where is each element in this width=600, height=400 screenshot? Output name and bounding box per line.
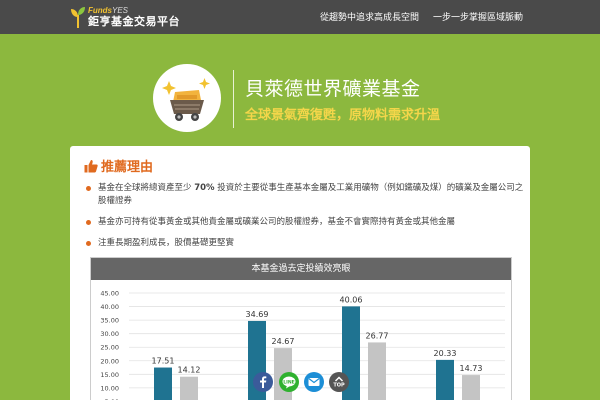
back-to-top-button[interactable]: TOP bbox=[329, 372, 349, 392]
svg-text:LINE: LINE bbox=[283, 379, 295, 385]
section-title: 推薦理由 bbox=[101, 160, 154, 175]
content-card: 推薦理由 基金在全球將總資產至少 70% 投資於主要從事生產基本金屬及工業用礦物… bbox=[70, 146, 530, 400]
reason-list: 基金在全球將總資產至少 70% 投資於主要從事生產基本金屬及工業用礦物（例如鐵礦… bbox=[84, 182, 524, 258]
mail-icon bbox=[308, 378, 320, 386]
data-label: 26.77 bbox=[366, 331, 389, 340]
data-label: 14.73 bbox=[460, 364, 483, 373]
top-bar: FundsYES 鉅亨基金交易平台 從趨勢中追求高成長空間 一步一步掌握區域脈動 bbox=[0, 0, 600, 34]
mining-cart-badge bbox=[153, 64, 221, 132]
facebook-share-button[interactable] bbox=[253, 372, 273, 392]
hero-banner: 貝萊德世界礦業基金 全球景氣齊復甦，原物料需求升溫 bbox=[0, 34, 600, 146]
data-label: 34.69 bbox=[246, 310, 269, 319]
reason-text: 基金在全球將總資產至少 bbox=[98, 183, 195, 193]
bar bbox=[436, 359, 454, 400]
site-logo[interactable]: FundsYES 鉅亨基金交易平台 bbox=[70, 4, 180, 30]
performance-chart: 本基金過去定投績效亮眼 0.005.0010.0015.0020.0025.00… bbox=[90, 257, 512, 400]
reason-text: 基金亦可持有從事黃金或其他貴金屬或礦業公司的股權證券，基金不會實際持有黃金或其他… bbox=[98, 217, 456, 227]
chart-title: 本基金過去定投績效亮眼 bbox=[91, 258, 511, 280]
list-item: 基金在全球將總資產至少 70% 投資於主要從事生產基本金屬及工業用礦物（例如鐵礦… bbox=[84, 182, 524, 208]
y-tick-label: 35.00 bbox=[100, 317, 119, 325]
nav-link-regional[interactable]: 一步一步掌握區域脈動 bbox=[433, 10, 523, 23]
facebook-icon bbox=[260, 376, 267, 388]
bar bbox=[368, 342, 386, 400]
y-tick-label: 45.00 bbox=[100, 290, 119, 298]
bar-chart: 0.005.0010.0015.0020.0025.0030.0035.0040… bbox=[100, 290, 505, 400]
y-tick-label: 40.00 bbox=[100, 303, 119, 311]
fund-subtitle: 全球景氣齊復甦，原物料需求升溫 bbox=[245, 108, 441, 123]
hero-divider bbox=[233, 70, 234, 128]
back-to-top-label: TOP bbox=[333, 383, 345, 389]
y-tick-label: 10.00 bbox=[100, 384, 119, 392]
list-item: 注重長期盈利成長，股價基礎更堅實 bbox=[84, 237, 524, 250]
logo-brand: Funds bbox=[88, 6, 112, 15]
data-label: 24.67 bbox=[272, 337, 295, 346]
bar bbox=[180, 376, 198, 400]
arrow-up-icon: TOP bbox=[333, 376, 345, 389]
line-icon: LINE bbox=[282, 376, 296, 389]
logo-name: 鉅亨基金交易平台 bbox=[88, 15, 180, 28]
data-label: 17.51 bbox=[152, 357, 175, 366]
data-label: 40.06 bbox=[340, 295, 363, 304]
y-tick-label: 25.00 bbox=[100, 344, 119, 352]
mining-cart-icon bbox=[162, 78, 210, 121]
line-share-button[interactable]: LINE bbox=[279, 372, 299, 392]
list-item: 基金亦可持有從事黃金或其他貴金屬或礦業公司的股權證券，基金不會實際持有黃金或其他… bbox=[84, 216, 524, 229]
data-label: 14.12 bbox=[178, 366, 201, 375]
logo-brand-suffix: YES bbox=[112, 6, 129, 15]
data-label: 20.33 bbox=[434, 349, 457, 358]
thumbs-up-icon bbox=[84, 159, 98, 172]
y-tick-label: 30.00 bbox=[100, 330, 119, 338]
y-tick-label: 15.00 bbox=[100, 371, 119, 379]
sprout-icon bbox=[71, 7, 85, 28]
email-share-button[interactable] bbox=[304, 372, 324, 392]
reason-highlight: 70% bbox=[194, 183, 215, 193]
nav-link-growth[interactable]: 從趨勢中追求高成長空間 bbox=[320, 10, 419, 23]
section-header: 推薦理由 bbox=[84, 156, 153, 175]
reason-text: 注重長期盈利成長，股價基礎更堅實 bbox=[98, 238, 235, 248]
fund-title: 貝萊德世界礦業基金 bbox=[245, 78, 421, 100]
y-tick-label: 20.00 bbox=[100, 357, 119, 365]
bar bbox=[154, 367, 172, 400]
bar bbox=[462, 375, 480, 400]
